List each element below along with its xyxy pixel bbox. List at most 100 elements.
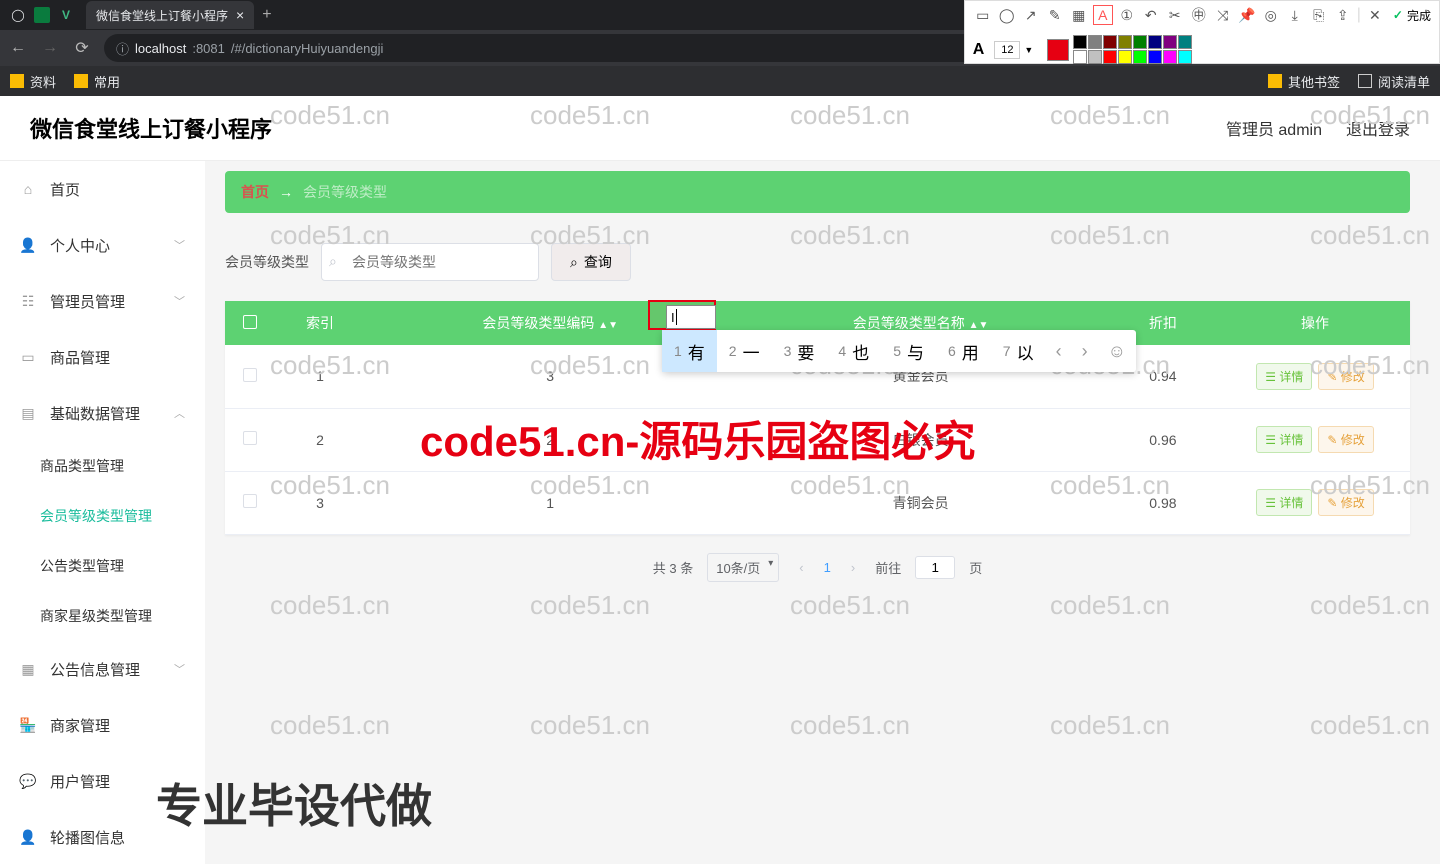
- circle-tool-icon[interactable]: ◯: [997, 5, 1017, 25]
- translate-icon[interactable]: ㊥: [1189, 5, 1209, 25]
- filter-input[interactable]: [321, 243, 539, 281]
- ime-candidate[interactable]: 3要: [772, 330, 827, 372]
- filter-row: 会员等级类型 ⌕ ⌕查询: [225, 243, 1410, 281]
- new-tab-button[interactable]: +: [262, 6, 271, 24]
- prev-page-button[interactable]: ‹: [793, 560, 809, 575]
- next-page-button[interactable]: ›: [845, 560, 861, 575]
- color-swatch[interactable]: [1163, 35, 1177, 49]
- download-icon[interactable]: ⤓: [1285, 5, 1305, 25]
- menu-product-mgmt[interactable]: ▭商品管理: [0, 329, 205, 385]
- arrow-tool-icon[interactable]: ↗: [1021, 5, 1041, 25]
- color-swatch[interactable]: [1133, 35, 1147, 49]
- color-swatch[interactable]: [1103, 50, 1117, 64]
- other-bookmarks[interactable]: 其他书签: [1268, 72, 1340, 91]
- page-total: 共 3 条: [653, 558, 693, 577]
- color-swatch[interactable]: [1073, 50, 1087, 64]
- detail-button[interactable]: ☰ 详情: [1256, 426, 1312, 453]
- menu-user-mgmt[interactable]: 💬用户管理: [0, 753, 205, 809]
- ime-candidate[interactable]: 2一: [717, 330, 772, 372]
- ime-next-icon[interactable]: ›: [1072, 341, 1098, 362]
- edit-button[interactable]: ✎ 修改: [1318, 363, 1373, 390]
- color-swatch[interactable]: [1148, 50, 1162, 64]
- row-checkbox[interactable]: [243, 431, 257, 445]
- rect-tool-icon[interactable]: ▭: [973, 5, 993, 25]
- snip-done-button[interactable]: ✓完成: [1393, 7, 1431, 24]
- goto-input[interactable]: [915, 556, 955, 579]
- main-content: 首页 → 会员等级类型 会员等级类型 ⌕ ⌕查询 索引 会员等级类型编码 ▲▼ …: [205, 161, 1440, 864]
- menu-admin-mgmt[interactable]: ☷管理员管理﹀: [0, 273, 205, 329]
- ime-candidate-bar[interactable]: 1有2一3要4也5与6用7以‹›☺: [662, 330, 1136, 372]
- target-icon[interactable]: ◎: [1261, 5, 1281, 25]
- bookmark-1[interactable]: 资料: [10, 72, 56, 91]
- color-swatch[interactable]: [1163, 50, 1177, 64]
- list-icon: [1358, 74, 1372, 88]
- color-swatch[interactable]: [1088, 35, 1102, 49]
- menu-carousel[interactable]: 👤轮播图信息: [0, 809, 205, 864]
- menu-home[interactable]: ⌂首页: [0, 161, 205, 217]
- detail-button[interactable]: ☰ 详情: [1256, 363, 1312, 390]
- users-icon: 💬: [20, 773, 36, 789]
- reading-list[interactable]: 阅读清单: [1358, 72, 1430, 91]
- select-all-checkbox[interactable]: [243, 315, 257, 329]
- ime-candidate[interactable]: 4也: [826, 330, 881, 372]
- color-swatch[interactable]: [1118, 50, 1132, 64]
- copy-icon[interactable]: ⎘: [1309, 5, 1329, 25]
- cell-index: 3: [275, 471, 365, 534]
- text-tool-icon[interactable]: A: [1093, 5, 1113, 25]
- color-swatch[interactable]: [1178, 50, 1192, 64]
- menu-base-data[interactable]: ▤基础数据管理︿: [0, 385, 205, 441]
- color-swatch[interactable]: [1133, 50, 1147, 64]
- color-swatch[interactable]: [1118, 35, 1132, 49]
- ime-candidate[interactable]: 6用: [936, 330, 991, 372]
- selected-color[interactable]: [1047, 39, 1069, 61]
- share-icon[interactable]: ⇪: [1333, 5, 1353, 25]
- pin-icon[interactable]: 📌: [1237, 5, 1257, 25]
- color-swatch[interactable]: [1073, 35, 1087, 49]
- admin-label[interactable]: 管理员 admin: [1226, 116, 1322, 140]
- tab-close-icon[interactable]: ×: [236, 7, 244, 23]
- ime-candidate[interactable]: 1有: [662, 330, 717, 372]
- ime-emoji-icon[interactable]: ☺: [1098, 341, 1136, 362]
- menu-merchant-mgmt[interactable]: 🏪商家管理: [0, 697, 205, 753]
- detail-button[interactable]: ☰ 详情: [1256, 489, 1312, 516]
- mosaic-tool-icon[interactable]: ▦: [1069, 5, 1089, 25]
- pen-tool-icon[interactable]: ✎: [1045, 5, 1065, 25]
- browser-tab[interactable]: 微信食堂线上订餐小程序 ×: [86, 1, 254, 29]
- data-icon: ▤: [20, 405, 36, 421]
- logout-link[interactable]: 退出登录: [1346, 116, 1410, 140]
- color-swatch[interactable]: [1103, 35, 1117, 49]
- submenu-product-type[interactable]: 商品类型管理: [0, 441, 205, 491]
- row-checkbox[interactable]: [243, 368, 257, 382]
- color-swatch[interactable]: [1148, 35, 1162, 49]
- close-snip-icon[interactable]: ✕: [1365, 5, 1385, 25]
- back-button[interactable]: ←: [8, 39, 28, 57]
- edit-button[interactable]: ✎ 修改: [1318, 489, 1373, 516]
- color-swatch[interactable]: [1088, 50, 1102, 64]
- color-swatch[interactable]: [1178, 35, 1192, 49]
- reload-button[interactable]: ⟳: [72, 38, 92, 58]
- info-icon[interactable]: ⓘ: [116, 39, 129, 58]
- ime-prev-icon[interactable]: ‹: [1046, 341, 1072, 362]
- ime-candidate[interactable]: 5与: [881, 330, 936, 372]
- edit-button[interactable]: ✎ 修改: [1318, 426, 1373, 453]
- undo-icon[interactable]: ↶: [1141, 5, 1161, 25]
- ime-candidate[interactable]: 7以: [991, 330, 1046, 372]
- shuffle-icon[interactable]: ⤨: [1213, 5, 1233, 25]
- color-palette[interactable]: [1073, 35, 1192, 64]
- submenu-member-level[interactable]: 会员等级类型管理: [0, 491, 205, 541]
- submenu-merchant-star[interactable]: 商家星级类型管理: [0, 591, 205, 641]
- bookmark-2[interactable]: 常用: [74, 72, 120, 91]
- cut-icon[interactable]: ✂: [1165, 5, 1185, 25]
- page-number[interactable]: 1: [824, 560, 831, 575]
- page-size-select[interactable]: 10条/页: [707, 553, 779, 582]
- dropdown-icon[interactable]: ▼: [1024, 45, 1033, 55]
- font-size-input[interactable]: [994, 41, 1020, 59]
- row-checkbox[interactable]: [243, 494, 257, 508]
- menu-personal[interactable]: 👤个人中心﹀: [0, 217, 205, 273]
- submenu-notice-type[interactable]: 公告类型管理: [0, 541, 205, 591]
- menu-notice-info[interactable]: ▦公告信息管理﹀: [0, 641, 205, 697]
- number-tool-icon[interactable]: ①: [1117, 5, 1137, 25]
- sort-icon[interactable]: ▲▼: [598, 320, 618, 331]
- breadcrumb-home[interactable]: 首页: [241, 182, 269, 202]
- search-button[interactable]: ⌕查询: [551, 243, 631, 281]
